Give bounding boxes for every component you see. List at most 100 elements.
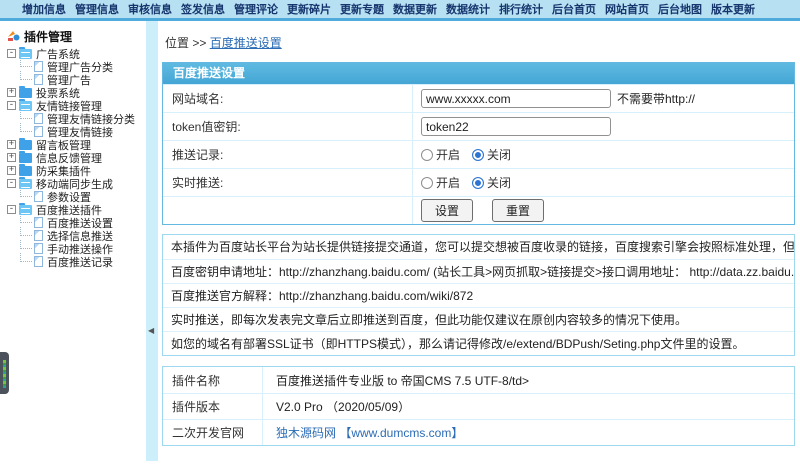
nav-item-审核信息[interactable]: 审核信息 — [128, 1, 172, 17]
page-icon — [34, 217, 43, 228]
expand-toggle-icon[interactable]: + — [7, 140, 16, 149]
info-row-value: 百度推送插件专业版 to 帝国CMS 7.5 UTF-8/td> — [263, 367, 794, 393]
form-row-domain: 网站域名: 不需要带http:// — [163, 84, 794, 112]
folder-open-icon — [19, 205, 32, 215]
realtime-push-label: 实时推送: — [163, 169, 413, 196]
expand-toggle-icon[interactable]: + — [7, 88, 16, 97]
submit-button[interactable]: 设置 — [421, 199, 473, 222]
buttons-cell: 设置 重置 — [413, 197, 794, 224]
folder-open-icon — [19, 179, 32, 189]
realtime-push-field-cell: 开启 关闭 — [413, 169, 794, 196]
form-row-buttons: 设置 重置 — [163, 196, 794, 224]
nav-item-签发信息[interactable]: 签发信息 — [181, 1, 225, 17]
nav-item-管理评论[interactable]: 管理评论 — [234, 1, 278, 17]
plugin-info-panel: 插件名称百度推送插件专业版 to 帝国CMS 7.5 UTF-8/td>插件版本… — [162, 366, 795, 446]
folder-open-icon — [19, 101, 32, 111]
folder-open-icon — [19, 49, 32, 59]
radio-icon[interactable] — [421, 149, 433, 161]
page-icon — [34, 256, 43, 267]
realtime-push-off-radio[interactable]: 关闭 — [472, 174, 511, 191]
nav-item-数据统计[interactable]: 数据统计 — [446, 1, 490, 17]
tree-connector — [20, 240, 32, 249]
breadcrumb: 位置 >> 百度推送设置 — [165, 34, 795, 51]
radio-label: 开启 — [436, 174, 460, 191]
expand-toggle-icon[interactable]: + — [7, 166, 16, 175]
expand-toggle-icon[interactable]: + — [7, 153, 16, 162]
folder-icon — [19, 153, 32, 163]
realtime-push-on-radio[interactable]: 开启 — [421, 174, 460, 191]
tree-connector — [20, 110, 32, 119]
token-input[interactable] — [421, 117, 611, 136]
info-row-插件版本: 插件版本V2.0 Pro （2020/05/09） — [163, 393, 794, 419]
dev-site-link[interactable]: 独木源码网 【www.dumcms.com】 — [263, 420, 794, 445]
page-icon — [34, 243, 43, 254]
folder-icon — [19, 166, 32, 176]
collapse-arrow-icon[interactable]: ◀ — [148, 326, 154, 335]
collapse-toggle-icon[interactable]: - — [7, 49, 16, 58]
token-field-cell — [413, 113, 794, 140]
radio-label: 开启 — [436, 146, 460, 163]
domain-input[interactable] — [421, 89, 611, 108]
breadcrumb-prefix: 位置 >> — [165, 36, 206, 50]
radio-icon[interactable] — [472, 149, 484, 161]
record-push-label: 推送记录: — [163, 141, 413, 168]
nav-item-数据更新[interactable]: 数据更新 — [393, 1, 437, 17]
folder-icon — [19, 140, 32, 150]
nav-item-后台地图[interactable]: 后台地图 — [658, 1, 702, 17]
tree-connector — [20, 123, 32, 132]
page-icon — [34, 74, 43, 85]
nav-item-版本更新[interactable]: 版本更新 — [711, 1, 755, 17]
tree-connector — [20, 188, 32, 197]
main-content: 位置 >> 百度推送设置 百度推送设置 网站域名: 不需要带http:// to… — [158, 21, 800, 461]
activity-meter-widget — [0, 352, 9, 394]
sidebar-item-百度推送记录[interactable]: 百度推送记录 — [0, 255, 146, 268]
description-line-1: 本插件为百度站长平台为站长提供链接提交通道，您可以提交想被百度收录的链接，百度搜… — [163, 235, 794, 259]
description-line-2: 百度密钥申请地址：http://zhanzhang.baidu.com/ (站长… — [163, 259, 794, 283]
radio-icon[interactable] — [421, 177, 433, 189]
page-icon — [34, 191, 43, 202]
nav-item-网站首页[interactable]: 网站首页 — [605, 1, 649, 17]
nav-item-管理信息[interactable]: 管理信息 — [75, 1, 119, 17]
nav-item-更新碎片[interactable]: 更新碎片 — [287, 1, 331, 17]
sidebar: 插件管理 -广告系统管理广告分类管理广告+投票系统-友情链接管理管理友情链接分类… — [0, 21, 146, 461]
radio-label: 关闭 — [487, 146, 511, 163]
sidebar-collapse-divider[interactable]: ◀ — [146, 21, 158, 461]
record-push-field-cell: 开启 关闭 — [413, 141, 794, 168]
page-body: 插件管理 -广告系统管理广告分类管理广告+投票系统-友情链接管理管理友情链接分类… — [0, 21, 800, 461]
domain-hint: 不需要带http:// — [617, 90, 695, 107]
nav-item-增加信息[interactable]: 增加信息 — [22, 1, 66, 17]
tree-connector — [20, 253, 32, 262]
folder-icon — [19, 88, 32, 98]
nav-item-更新专题[interactable]: 更新专题 — [340, 1, 384, 17]
info-row-二次开发官网: 二次开发官网独木源码网 【www.dumcms.com】 — [163, 419, 794, 445]
record-push-off-radio[interactable]: 关闭 — [472, 146, 511, 163]
plugin-manager-icon — [7, 30, 20, 42]
sidebar-item-label: 百度推送记录 — [47, 254, 113, 270]
domain-label: 网站域名: — [163, 85, 413, 112]
radio-label: 关闭 — [487, 174, 511, 191]
description-line-3: 百度推送官方解释：http://zhanzhang.baidu.com/wiki… — [163, 283, 794, 307]
description-line-5: 如您的域名有部署SSL证书（即HTTPS模式），那么请记得修改/e/extend… — [163, 331, 794, 355]
nav-item-后台首页[interactable]: 后台首页 — [552, 1, 596, 17]
sidebar-title-label: 插件管理 — [24, 28, 72, 45]
form-row-realtime-push: 实时推送: 开启 关闭 — [163, 168, 794, 196]
page-icon — [34, 126, 43, 137]
token-label: token值密钥: — [163, 113, 413, 140]
form-row-token: token值密钥: — [163, 112, 794, 140]
activity-meter-bars — [3, 360, 6, 388]
reset-button[interactable]: 重置 — [492, 199, 544, 222]
radio-icon[interactable] — [472, 177, 484, 189]
tree-connector — [20, 227, 32, 236]
info-row-插件名称: 插件名称百度推送插件专业版 to 帝国CMS 7.5 UTF-8/td> — [163, 367, 794, 393]
breadcrumb-current-link[interactable]: 百度推送设置 — [210, 36, 282, 50]
collapse-toggle-icon[interactable]: - — [7, 179, 16, 188]
info-row-label: 二次开发官网 — [163, 420, 263, 445]
description-panel: 本插件为百度站长平台为站长提供链接提交通道，您可以提交想被百度收录的链接，百度搜… — [162, 234, 795, 356]
page-icon — [34, 113, 43, 124]
record-push-on-radio[interactable]: 开启 — [421, 146, 460, 163]
tree-connector — [20, 214, 32, 223]
tree-connector — [20, 71, 32, 80]
collapse-toggle-icon[interactable]: - — [7, 101, 16, 110]
nav-item-排行统计[interactable]: 排行统计 — [499, 1, 543, 17]
collapse-toggle-icon[interactable]: - — [7, 205, 16, 214]
